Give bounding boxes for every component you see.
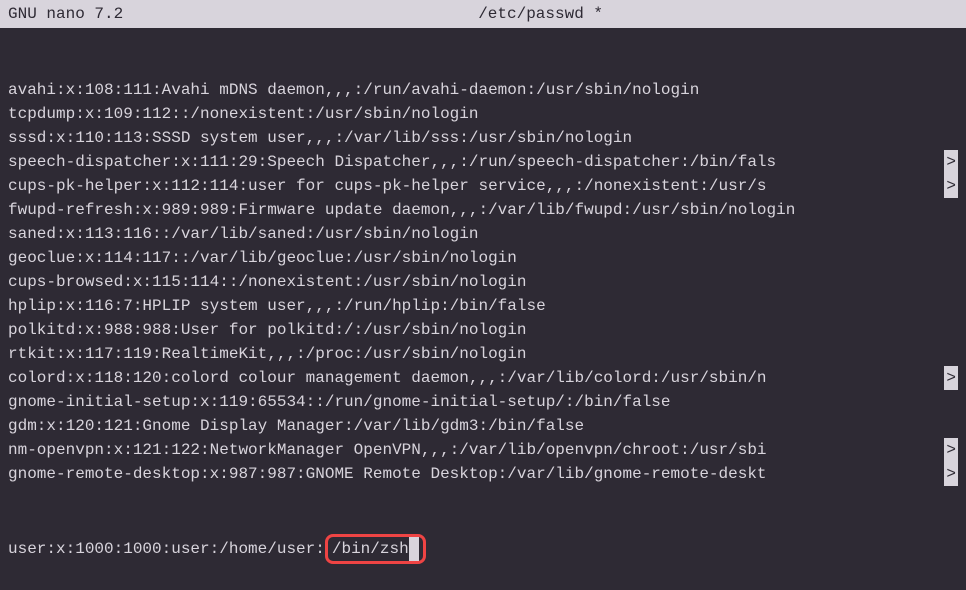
cursor [409,537,419,561]
file-line: sssd:x:110:113:SSSD system user,,,:/var/… [8,126,958,150]
file-line: saned:x:113:116::/var/lib/saned:/usr/sbi… [8,222,958,246]
file-line: user:x:1000:1000:user:/home/user:/bin/zs… [8,534,958,564]
file-line: nm-openvpn:x:121:122:NetworkManager Open… [8,438,958,462]
file-line: avahi:x:108:111:Avahi mDNS daemon,,,:/ru… [8,78,958,102]
editor-header: GNU nano 7.2 /etc/passwd * [0,0,966,28]
app-name: GNU nano 7.2 [8,2,123,26]
file-line: polkitd:x:988:988:User for polkitd:/:/us… [8,318,958,342]
file-line: speech-dispatcher:x:111:29:Speech Dispat… [8,150,958,174]
file-line: cups-browsed:x:115:114::/nonexistent:/us… [8,270,958,294]
file-line: tcpdump:x:109:112::/nonexistent:/usr/sbi… [8,102,958,126]
highlight-annotation: /bin/zsh [325,534,426,564]
file-line: hplip:x:116:7:HPLIP system user,,,:/run/… [8,294,958,318]
file-line: gdm:x:120:121:Gnome Display Manager:/var… [8,414,958,438]
file-line: rtkit:x:117:119:RealtimeKit,,,:/proc:/us… [8,342,958,366]
file-line: geoclue:x:114:117::/var/lib/geoclue:/usr… [8,246,958,270]
file-name: /etc/passwd * [123,2,958,26]
file-line: gnome-remote-desktop:x:987:987:GNOME Rem… [8,462,958,486]
file-line: cups-pk-helper:x:112:114:user for cups-p… [8,174,958,198]
editor-content[interactable]: avahi:x:108:111:Avahi mDNS daemon,,,:/ru… [0,28,966,590]
file-line: fwupd-refresh:x:989:989:Firmware update … [8,198,958,222]
line-text: user:x:1000:1000:user:/home/user: [8,540,325,558]
file-line: gnome-initial-setup:x:119:65534::/run/gn… [8,390,958,414]
file-line: colord:x:118:120:colord colour managemen… [8,366,958,390]
